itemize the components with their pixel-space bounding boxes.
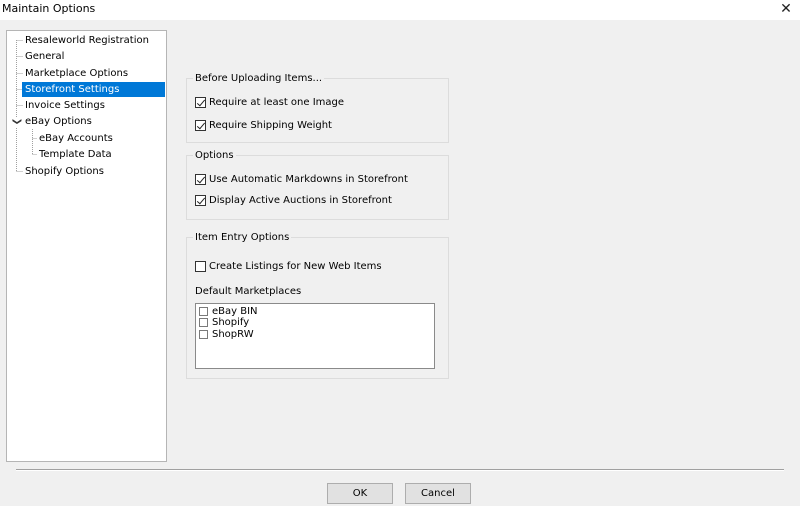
tree-item-label: eBay Options <box>25 116 92 127</box>
require-image-checkbox[interactable]: Require at least one Image <box>195 97 344 108</box>
tree-item-label: Template Data <box>39 149 112 160</box>
title-bar: Maintain Options ✕ <box>0 0 800 20</box>
display-active-auctions-checkbox[interactable]: Display Active Auctions in Storefront <box>195 195 392 206</box>
list-item-label: ShopRW <box>212 329 254 340</box>
marketplace-shoprw[interactable]: ShopRW <box>199 329 254 340</box>
checkbox-box[interactable] <box>199 318 208 327</box>
before-uploading-group: Before Uploading Items... <box>186 73 449 143</box>
cancel-button[interactable]: Cancel <box>405 483 471 504</box>
tree-item-label: eBay Accounts <box>39 133 113 144</box>
ok-button[interactable]: OK <box>327 483 393 504</box>
checkbox-box[interactable] <box>195 261 206 272</box>
require-shipping-weight-checkbox[interactable]: Require Shipping Weight <box>195 120 332 131</box>
automatic-markdowns-checkbox[interactable]: Use Automatic Markdowns in Storefront <box>195 174 408 185</box>
tree-item-label: Invoice Settings <box>25 100 105 111</box>
close-icon[interactable]: ✕ <box>772 0 800 18</box>
checkbox-label: Require at least one Image <box>209 97 345 108</box>
checkbox-box[interactable] <box>195 120 206 131</box>
tree-item-invoice-settings[interactable]: Invoice Settings <box>22 98 108 113</box>
tree-item-label: General <box>25 51 65 62</box>
checkbox-box[interactable] <box>199 307 208 316</box>
checkbox-box[interactable] <box>195 97 206 108</box>
tree-item-resaleworld-registration[interactable]: Resaleworld Registration <box>22 33 152 48</box>
checkbox-box[interactable] <box>195 195 206 206</box>
tree-item-ebay-options[interactable]: eBay Options <box>22 114 95 129</box>
tree-item-label: Storefront Settings <box>25 84 120 95</box>
checkbox-label: Display Active Auctions in Storefront <box>209 195 392 206</box>
tree-item-general[interactable]: General <box>22 49 67 64</box>
footer-separator <box>16 469 784 471</box>
checkbox-label: Require Shipping Weight <box>209 120 332 131</box>
tree-item-label: Marketplace Options <box>25 68 129 79</box>
marketplace-ebay-bin[interactable]: eBay BIN <box>199 306 258 317</box>
checkbox-label: Create Listings for New Web Items <box>209 261 382 272</box>
create-listings-checkbox[interactable]: Create Listings for New Web Items <box>195 261 382 272</box>
options-group: Options <box>186 150 449 220</box>
list-item-label: eBay BIN <box>212 306 258 317</box>
tree-item-template-data[interactable]: Template Data <box>36 147 115 162</box>
tree-item-label: Shopify Options <box>25 166 104 177</box>
checkbox-box[interactable] <box>195 174 206 185</box>
list-item-label: Shopify <box>212 317 250 328</box>
window-title: Maintain Options <box>2 2 96 15</box>
group-title: Options <box>195 150 234 161</box>
tree-item-shopify-options[interactable]: Shopify Options <box>22 164 107 179</box>
tree-item-storefront-settings[interactable]: Storefront Settings <box>22 82 165 97</box>
tree-item-label: Resaleworld Registration <box>25 35 149 46</box>
marketplace-shopify[interactable]: Shopify <box>199 317 249 328</box>
options-tree[interactable]: Resaleworld Registration General Marketp… <box>6 30 167 462</box>
default-marketplaces-list[interactable]: eBay BIN Shopify ShopRW <box>195 303 435 369</box>
default-marketplaces-label: Default Marketplaces <box>195 286 302 297</box>
tree-item-marketplace-options[interactable]: Marketplace Options <box>22 66 131 81</box>
checkbox-box[interactable] <box>199 330 208 339</box>
tree-item-ebay-accounts[interactable]: eBay Accounts <box>36 131 116 146</box>
group-title: Before Uploading Items... <box>195 73 323 84</box>
group-title: Item Entry Options <box>195 232 290 243</box>
checkbox-label: Use Automatic Markdowns in Storefront <box>209 174 408 185</box>
